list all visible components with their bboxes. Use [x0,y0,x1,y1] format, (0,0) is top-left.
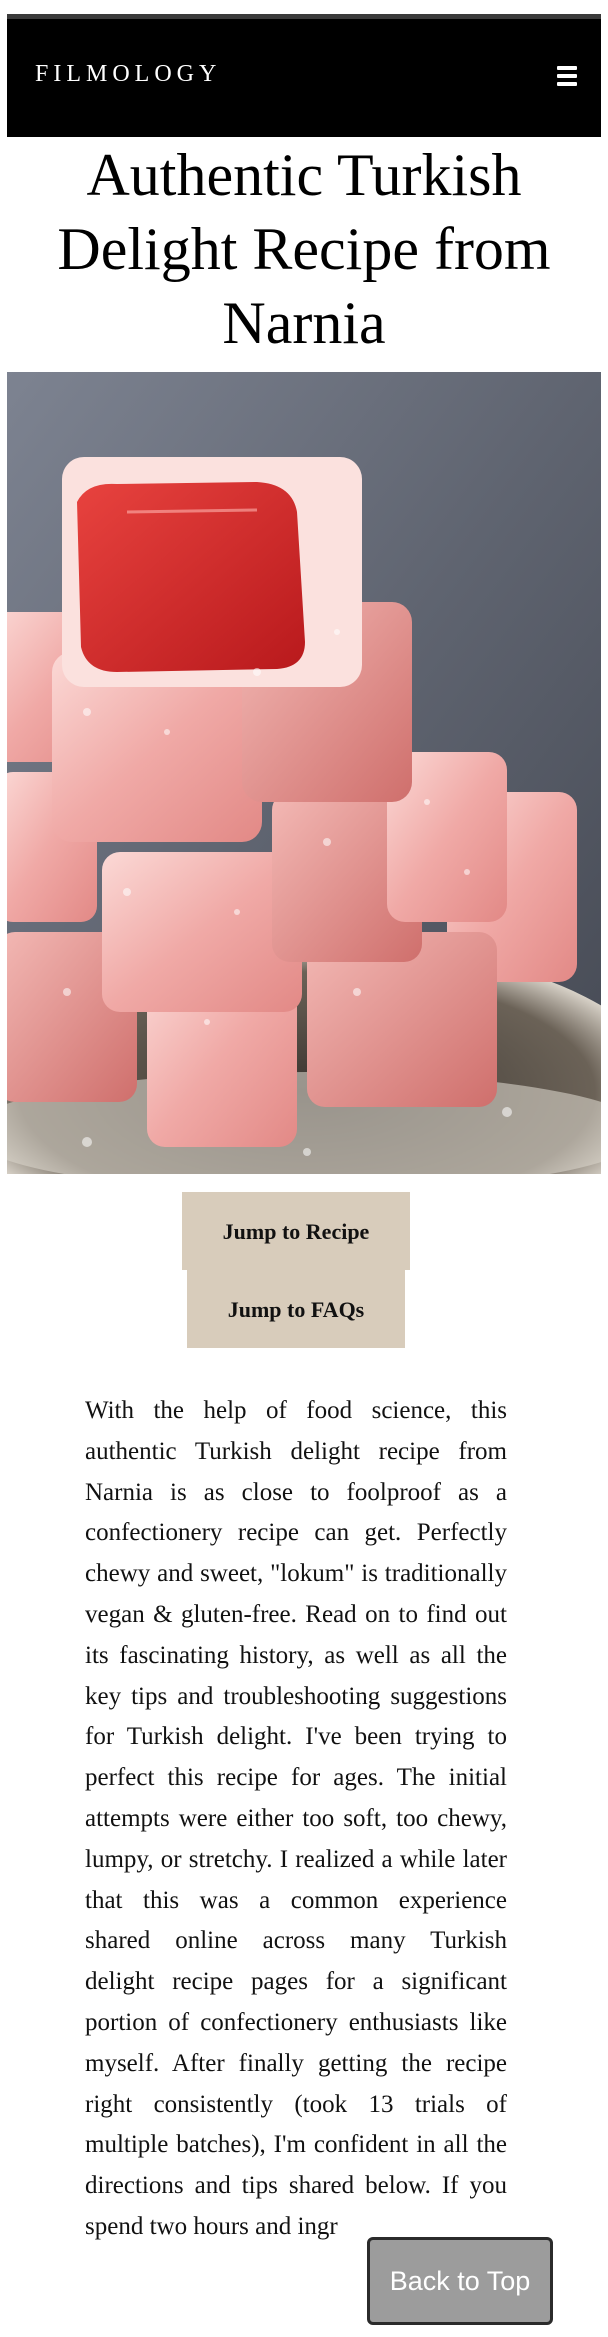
jump-to-faqs-button[interactable]: Jump to FAQs [187,1270,405,1348]
intro-paragraph: With the help of food science, this auth… [85,1397,507,2240]
back-to-top-button[interactable]: Back to Top [367,2237,553,2325]
page-title: Authentic Turkish Delight Recipe from Na… [57,142,551,356]
turkish-delight-photo [7,372,601,1174]
site-logo[interactable]: FILMOLOGY [35,61,221,88]
hamburger-menu-icon[interactable] [557,66,577,86]
jump-to-recipe-button[interactable]: Jump to Recipe [182,1192,410,1270]
site-header: FILMOLOGY [7,19,601,137]
